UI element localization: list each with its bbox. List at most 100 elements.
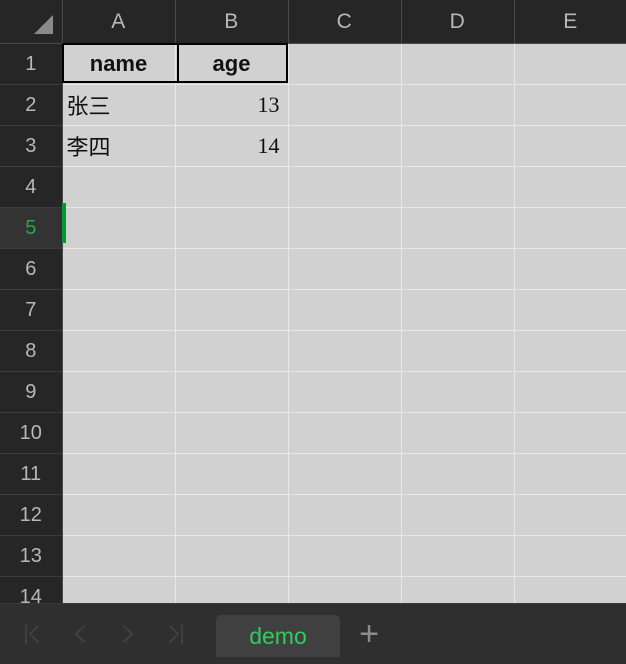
next-sheet-button[interactable] [104, 611, 152, 657]
cell-d8[interactable] [401, 330, 515, 372]
cell-e13[interactable] [514, 535, 626, 577]
row-header-4[interactable]: 4 [0, 166, 63, 208]
row-header-10[interactable]: 10 [0, 412, 63, 454]
cell-c14[interactable] [288, 576, 402, 603]
sheet-tab-demo[interactable]: demo [216, 615, 340, 657]
cell-c7[interactable] [288, 289, 402, 331]
row-header-3[interactable]: 3 [0, 125, 63, 167]
table-row: 3 李四 14 [0, 125, 626, 167]
cell-b12[interactable] [175, 494, 289, 536]
cell-e7[interactable] [514, 289, 626, 331]
cell-a6[interactable] [62, 248, 176, 290]
cell-a1[interactable]: name [62, 43, 176, 85]
cell-b6[interactable] [175, 248, 289, 290]
cell-b11[interactable] [175, 453, 289, 495]
cell-a10[interactable] [62, 412, 176, 454]
cell-d9[interactable] [401, 371, 515, 413]
cell-d6[interactable] [401, 248, 515, 290]
column-header-c[interactable]: C [288, 0, 402, 44]
row-header-8[interactable]: 8 [0, 330, 63, 372]
row-header-1[interactable]: 1 [0, 43, 63, 85]
cell-e14[interactable] [514, 576, 626, 603]
cell-b9[interactable] [175, 371, 289, 413]
row-header-14[interactable]: 14 [0, 576, 63, 603]
cell-d7[interactable] [401, 289, 515, 331]
cell-d3[interactable] [401, 125, 515, 167]
cell-a12[interactable] [62, 494, 176, 536]
cell-c3[interactable] [288, 125, 402, 167]
cell-c5[interactable] [288, 207, 402, 249]
cell-a2[interactable]: 张三 [62, 84, 176, 126]
cell-c13[interactable] [288, 535, 402, 577]
row-header-9[interactable]: 9 [0, 371, 63, 413]
row-header-12[interactable]: 12 [0, 494, 63, 536]
row-header-2[interactable]: 2 [0, 84, 63, 126]
cell-c11[interactable] [288, 453, 402, 495]
select-all-button[interactable] [0, 0, 63, 44]
cell-a8[interactable] [62, 330, 176, 372]
cell-b4[interactable] [175, 166, 289, 208]
cell-d11[interactable] [401, 453, 515, 495]
cell-c2[interactable] [288, 84, 402, 126]
cell-d1[interactable] [401, 43, 515, 85]
first-sheet-button[interactable] [8, 611, 56, 657]
cell-d13[interactable] [401, 535, 515, 577]
cell-a14[interactable] [62, 576, 176, 603]
table-row: 5 [0, 207, 626, 249]
cell-e4[interactable] [514, 166, 626, 208]
row-header-5[interactable]: 5 [0, 207, 63, 249]
cell-b5[interactable] [175, 207, 289, 249]
cell-b3[interactable]: 14 [175, 125, 289, 167]
cell-b13[interactable] [175, 535, 289, 577]
cell-e5[interactable] [514, 207, 626, 249]
cell-d14[interactable] [401, 576, 515, 603]
cell-d12[interactable] [401, 494, 515, 536]
cell-e1[interactable] [514, 43, 626, 85]
cell-e12[interactable] [514, 494, 626, 536]
sheet-grid-area[interactable]: A B C D E 1 name age 2 张三 13 3 李四 14 4 5… [0, 0, 626, 603]
table-row: 13 [0, 535, 626, 577]
column-header-b[interactable]: B [175, 0, 289, 44]
column-header-e[interactable]: E [514, 0, 626, 44]
cell-a7[interactable] [62, 289, 176, 331]
cell-c10[interactable] [288, 412, 402, 454]
last-sheet-button[interactable] [152, 611, 200, 657]
cell-d2[interactable] [401, 84, 515, 126]
cell-e2[interactable] [514, 84, 626, 126]
cell-a9[interactable] [62, 371, 176, 413]
cell-b7[interactable] [175, 289, 289, 331]
cell-c1[interactable] [288, 43, 402, 85]
column-header-d[interactable]: D [401, 0, 515, 44]
cell-c8[interactable] [288, 330, 402, 372]
cell-a11[interactable] [62, 453, 176, 495]
cell-e3[interactable] [514, 125, 626, 167]
cell-b10[interactable] [175, 412, 289, 454]
cell-a13[interactable] [62, 535, 176, 577]
row-header-7[interactable]: 7 [0, 289, 63, 331]
cell-d5[interactable] [401, 207, 515, 249]
cell-e11[interactable] [514, 453, 626, 495]
cell-c9[interactable] [288, 371, 402, 413]
cell-e8[interactable] [514, 330, 626, 372]
cell-a3[interactable]: 李四 [62, 125, 176, 167]
row-header-13[interactable]: 13 [0, 535, 63, 577]
cell-c4[interactable] [288, 166, 402, 208]
cell-b8[interactable] [175, 330, 289, 372]
row-header-11[interactable]: 11 [0, 453, 63, 495]
cell-d4[interactable] [401, 166, 515, 208]
cell-d10[interactable] [401, 412, 515, 454]
cell-c6[interactable] [288, 248, 402, 290]
cell-e9[interactable] [514, 371, 626, 413]
cell-a5[interactable] [62, 207, 176, 249]
add-sheet-button[interactable]: + [346, 611, 392, 657]
cell-b2[interactable]: 13 [175, 84, 289, 126]
previous-sheet-button[interactable] [56, 611, 104, 657]
cell-b1[interactable]: age [175, 43, 289, 85]
cell-e6[interactable] [514, 248, 626, 290]
cell-e10[interactable] [514, 412, 626, 454]
cell-a4[interactable] [62, 166, 176, 208]
row-header-6[interactable]: 6 [0, 248, 63, 290]
column-header-a[interactable]: A [62, 0, 176, 44]
cell-c12[interactable] [288, 494, 402, 536]
cell-b14[interactable] [175, 576, 289, 603]
